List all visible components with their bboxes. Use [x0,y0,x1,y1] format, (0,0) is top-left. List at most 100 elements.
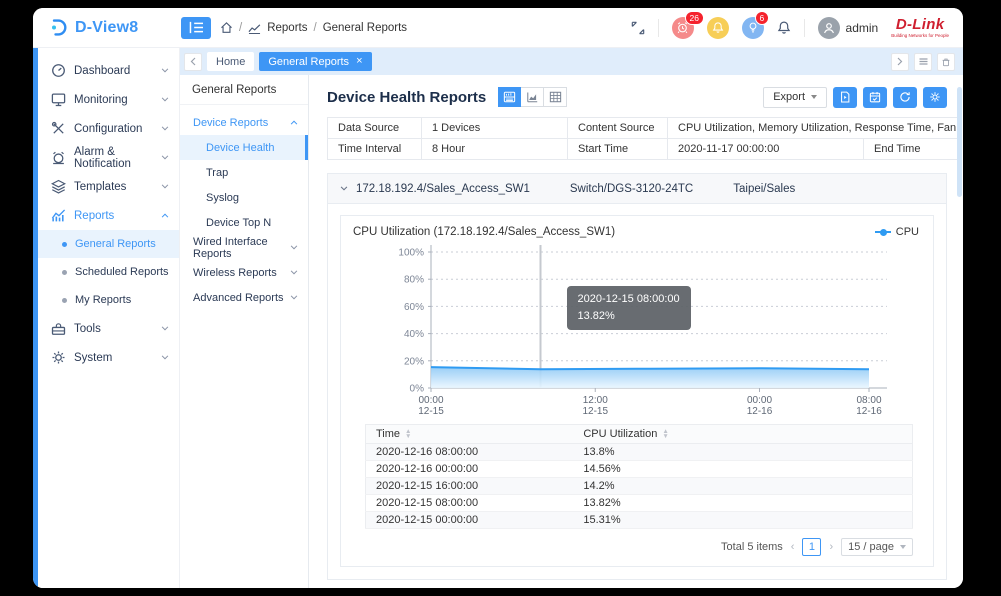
refresh-button[interactable] [893,87,917,108]
sidebar-toggle-button[interactable] [181,17,211,39]
subnav-syslog[interactable]: Syslog [180,185,308,210]
legend-label: CPU [896,226,919,238]
info-label: End Time [864,139,960,160]
chevron-down-icon [161,326,169,331]
hint-notifications-button[interactable]: 6 [742,17,764,39]
info-value: CPU Utilization, Memory Utilization, Res… [668,118,960,139]
bullet-icon [62,270,67,275]
column-header-cpu[interactable]: CPU Utilization▲▼ [573,425,912,444]
subnav-trap[interactable]: Trap [180,160,308,185]
reports-chart-icon [51,208,66,223]
device-accordion-header[interactable]: 172.18.192.4/Sales_Access_SW1 Switch/DGS… [328,174,946,204]
export-button[interactable]: Export [763,87,827,108]
sidebar-item-general-reports[interactable]: General Reports [38,230,179,258]
tabs-scroll-right-button[interactable] [891,53,909,71]
subnav-wired-interface-reports[interactable]: Wired Interface Reports [180,235,308,260]
chart-view-button[interactable] [521,87,544,107]
table-row: 2020-12-16 08:00:0013.8% [366,444,913,461]
dlink-brand: D-Link [896,16,944,33]
sidebar-item-scheduled-reports[interactable]: Scheduled Reports [38,258,179,286]
chevron-down-icon [290,270,298,275]
page-size-select[interactable]: 15 / page [841,538,913,556]
chevron-down-icon [900,545,906,549]
breadcrumb-current: General Reports [323,22,407,34]
subnav-device-top-n[interactable]: Device Top N [180,210,308,235]
sidebar-item-tools[interactable]: Tools [38,314,179,343]
calendar-icon [869,91,881,103]
tab-general-reports[interactable]: General Reports × [259,52,371,71]
tabs-scroll-left-button[interactable] [184,53,202,71]
sidebar-item-alarm-notification[interactable]: Alarm & Notification [38,143,179,172]
sidebar-item-my-reports[interactable]: My Reports [38,286,179,314]
app-logo[interactable]: D-View8 [49,18,181,37]
report-file-button[interactable] [833,87,857,108]
settings-button[interactable] [923,87,947,108]
sidebar-item-system[interactable]: System [38,343,179,372]
legend-cpu[interactable]: CPU [875,226,919,238]
page-number[interactable]: 1 [802,538,821,556]
info-label: Content Source [568,118,668,139]
breadcrumb: / Reports / General Reports [220,21,407,34]
info-label: Start Time [568,139,668,160]
sidebar-item-monitoring[interactable]: Monitoring [38,85,179,114]
scrollbar[interactable] [957,87,962,197]
primary-sidebar: Dashboard Monitoring Configuration Alarm… [38,48,180,588]
tabs-list-button[interactable] [914,53,932,71]
device-report-section: 172.18.192.4/Sales_Access_SW1 Switch/DGS… [327,173,947,580]
info-value: 1 Devices [422,118,568,139]
prev-page-button[interactable]: ‹ [791,541,795,553]
page-title: Device Health Reports [327,89,486,106]
bullet-icon [62,298,67,303]
chevron-down-icon [161,155,169,160]
device-model: Switch/DGS-3120-24TC [570,183,693,195]
warning-notifications-button[interactable] [707,17,729,39]
svg-text:20%: 20% [404,356,424,367]
alarm-notifications-button[interactable]: 26 [672,17,694,39]
cpu-chart[interactable]: 0%20%40%60%80%100%00:0012-1512:0012-1500… [341,238,933,420]
refresh-icon [899,91,911,103]
info-label: Time Interval [328,139,422,160]
chart-table-icon [503,91,516,103]
tab-home[interactable]: Home [207,52,254,71]
subnav-device-reports[interactable]: Device Reports [180,110,308,135]
chevron-down-icon [161,355,169,360]
close-all-tabs-button[interactable] [937,53,955,71]
user-menu[interactable]: admin [818,17,879,39]
chevron-down-icon [290,295,298,300]
svg-text:12-16: 12-16 [747,406,773,417]
close-icon[interactable]: × [356,56,362,67]
sort-icon[interactable]: ▲▼ [405,429,411,439]
sort-icon[interactable]: ▲▼ [662,429,668,439]
svg-text:00:00: 00:00 [747,395,772,406]
menu-lines-icon [919,58,928,65]
svg-text:12:00: 12:00 [583,395,608,406]
combined-view-button[interactable] [498,87,521,107]
sidebar-item-configuration[interactable]: Configuration [38,114,179,143]
table-row: 2020-12-15 08:00:0013.82% [366,495,913,512]
chart-title: CPU Utilization (172.18.192.4/Sales_Acce… [353,226,615,238]
subnav-wireless-reports[interactable]: Wireless Reports [180,260,308,285]
sidebar-item-dashboard[interactable]: Dashboard [38,56,179,85]
breadcrumb-section[interactable]: Reports [267,22,307,34]
report-info-table: Data Source 1 Devices Content Source CPU… [327,117,960,160]
home-icon[interactable] [220,21,233,34]
subnav-device-health[interactable]: Device Health [180,135,308,160]
app-window: D-View8 / Reports / General Reports [33,8,963,588]
subnav-advanced-reports[interactable]: Advanced Reports [180,285,308,310]
table-view-button[interactable] [544,87,567,107]
fullscreen-icon[interactable] [631,21,645,35]
layers-icon [51,179,66,194]
device-location: Taipei/Sales [733,183,795,195]
column-header-time[interactable]: Time▲▼ [366,425,574,444]
info-label: Data Source [328,118,422,139]
area-chart[interactable]: 0%20%40%60%80%100%00:0012-1512:0012-1500… [349,240,927,420]
next-page-button[interactable]: › [829,541,833,553]
tree-menu-icon [189,21,204,34]
dview-logo-icon [49,18,68,37]
notification-bell-icon[interactable] [777,20,791,35]
sidebar-item-reports[interactable]: Reports [38,201,179,230]
svg-text:12-16: 12-16 [856,406,882,417]
schedule-button[interactable] [863,87,887,108]
svg-text:00:00: 00:00 [418,395,443,406]
sidebar-item-templates[interactable]: Templates [38,172,179,201]
